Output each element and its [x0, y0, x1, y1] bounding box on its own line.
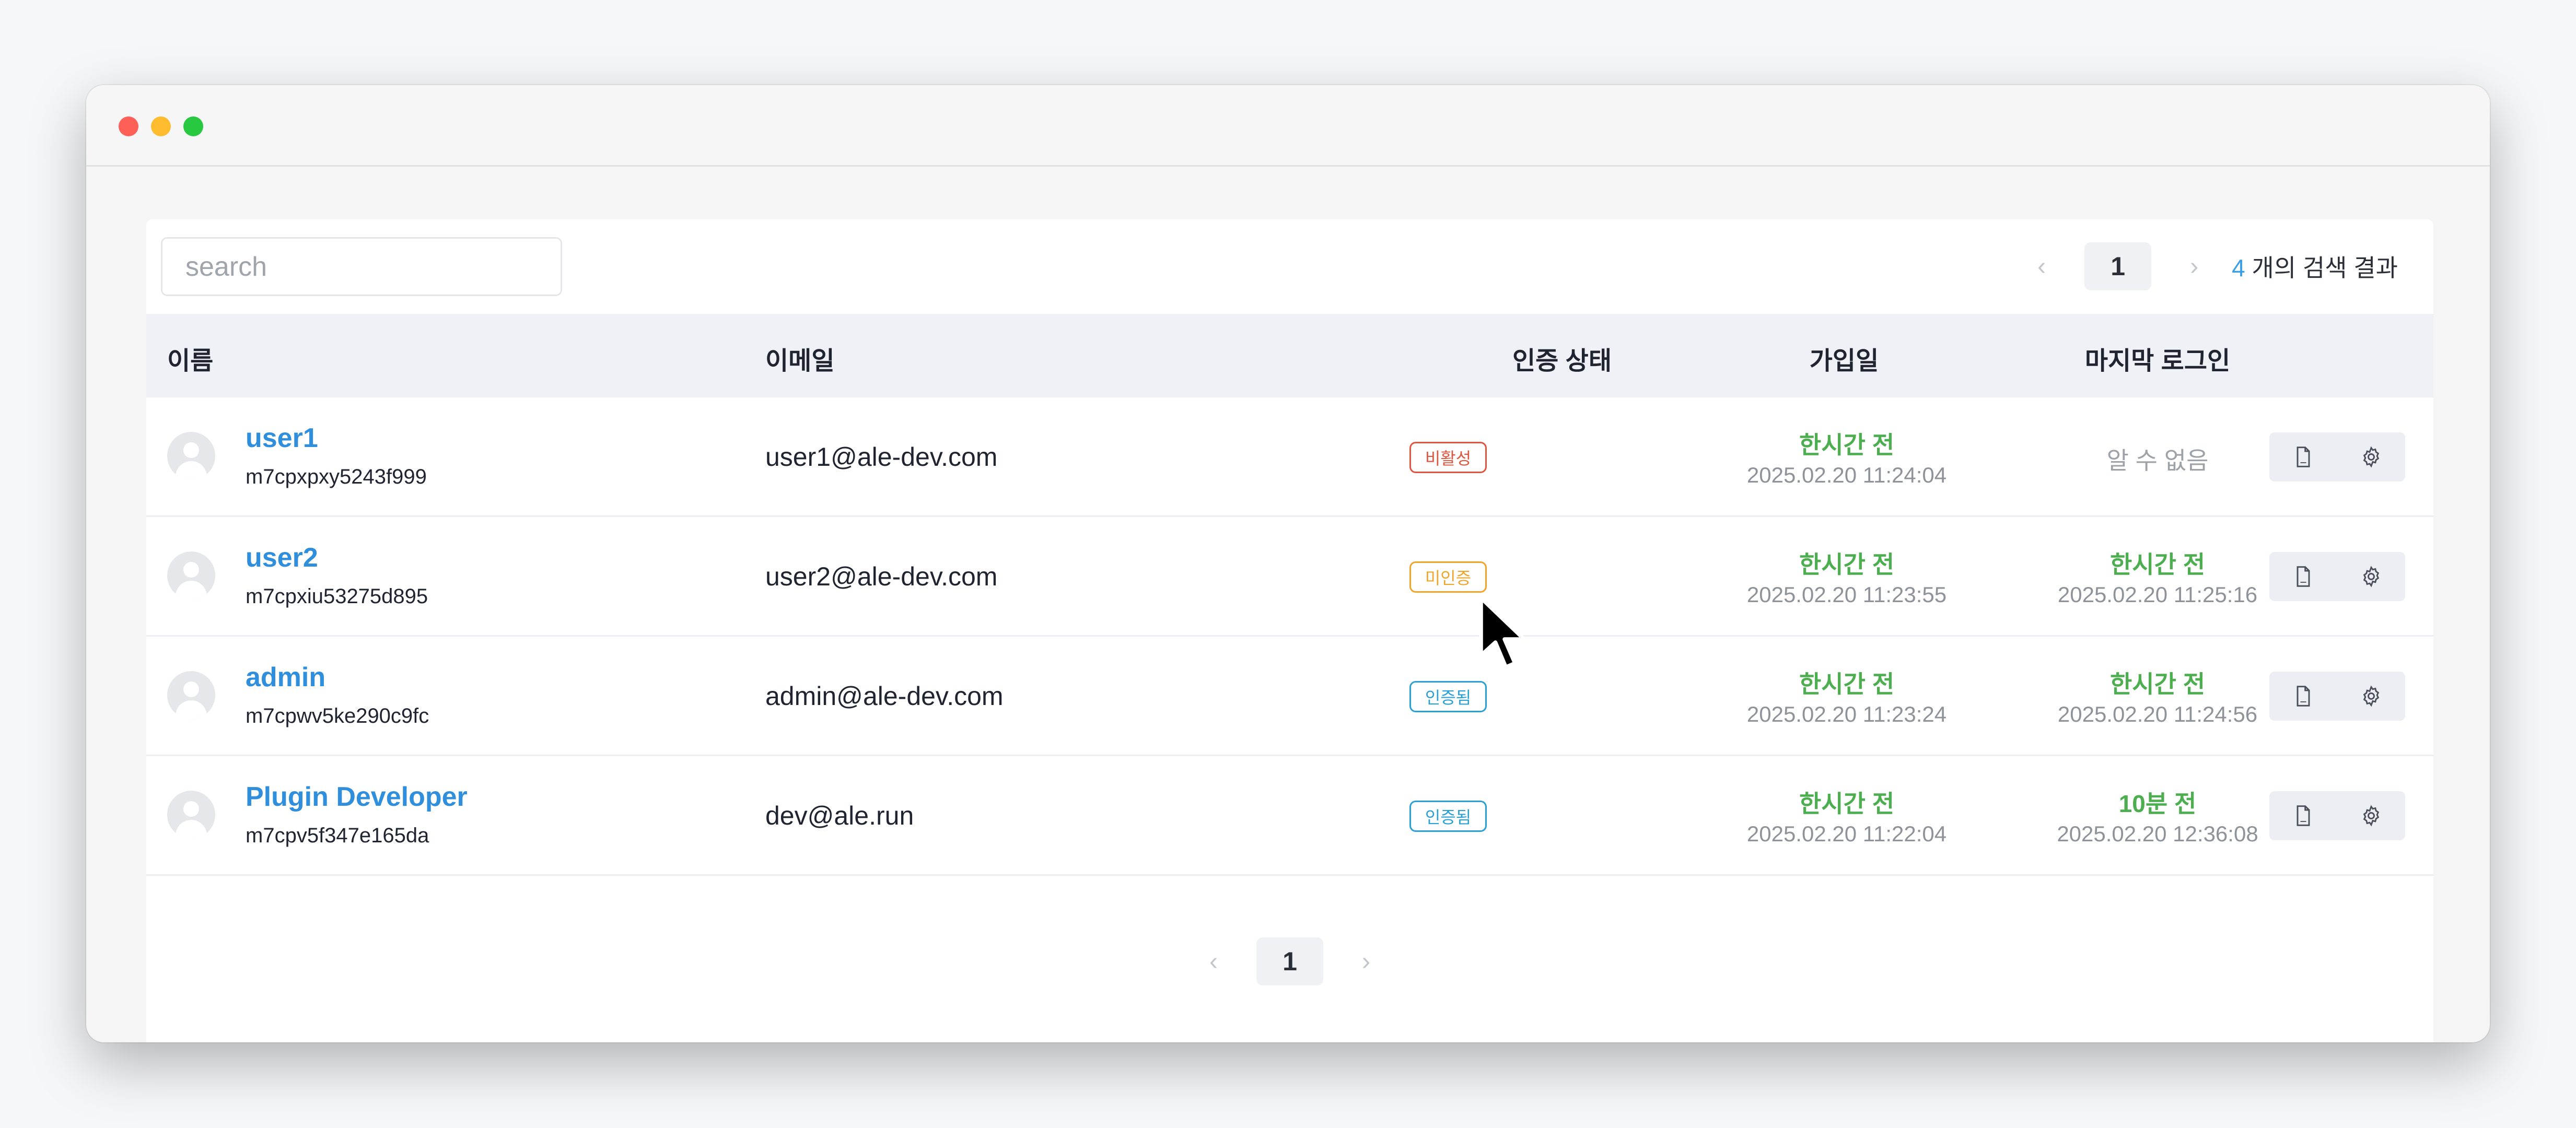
result-count: 4 [2232, 254, 2245, 281]
prev-page-chevron-icon[interactable]: ‹ [1188, 947, 1239, 976]
auth-status-badge: 인증됨 [1409, 801, 1487, 832]
gear-icon[interactable] [2337, 672, 2405, 721]
table-row: user1 m7cpxpxy5243f999 user1@ale-dev.com… [146, 397, 2433, 517]
toolbar: ‹ 1 › 4 개의 검색 결과 [146, 219, 2433, 314]
next-page-chevron-icon[interactable]: › [2169, 252, 2219, 281]
document-icon[interactable] [2269, 672, 2337, 721]
user-name-link[interactable]: admin [246, 662, 325, 693]
user-id: m7cpxiu53275d895 [246, 585, 428, 608]
column-header-name: 이름 [167, 347, 214, 375]
table-header: 이름 이메일 인증 상태 가입일 마지막 로그인 [146, 314, 2433, 397]
row-actions [2269, 791, 2405, 840]
default-avatar-icon [167, 671, 215, 719]
auth-status-badge: 인증됨 [1409, 681, 1487, 712]
next-page-chevron-icon[interactable]: › [1341, 947, 1391, 976]
user-email: dev@ale.run [765, 801, 914, 830]
minimize-window-button[interactable] [151, 116, 171, 136]
user-name-link[interactable]: user2 [246, 542, 318, 573]
page-number-button[interactable]: 1 [1256, 937, 1323, 985]
user-email: user2@ale-dev.com [765, 562, 998, 591]
search-input[interactable] [161, 237, 562, 296]
gear-icon[interactable] [2337, 432, 2405, 481]
bottom-pagination: ‹ 1 › [146, 936, 2433, 986]
joined-timestamp: 2025.02.20 11:22:04 [1746, 821, 1947, 846]
mouse-pointer-icon [1479, 596, 1526, 669]
user-name-link[interactable]: user1 [246, 422, 318, 454]
close-window-button[interactable] [119, 116, 138, 136]
title-bar [86, 85, 2490, 167]
gear-icon[interactable] [2337, 552, 2405, 601]
user-email: user1@ale-dev.com [765, 442, 998, 472]
maximize-window-button[interactable] [183, 116, 203, 136]
joined-timestamp: 2025.02.20 11:24:04 [1746, 463, 1947, 487]
column-header-joined: 가입일 [1809, 347, 1879, 375]
result-count-text: 4 개의 검색 결과 [2232, 249, 2398, 284]
last-login-relative: 한시간 전 [2109, 551, 2206, 578]
column-header-auth-status: 인증 상태 [1512, 347, 1612, 375]
joined-timestamp: 2025.02.20 11:23:24 [1746, 702, 1947, 726]
auth-status-badge: 비활성 [1409, 442, 1487, 473]
joined-relative: 한시간 전 [1799, 671, 1895, 698]
document-icon[interactable] [2269, 432, 2337, 481]
last-login-relative: 10분 전 [2118, 790, 2197, 817]
user-id: m7cpv5f347e165da [246, 824, 429, 847]
user-id: m7cpxpxy5243f999 [246, 465, 427, 488]
joined-relative: 한시간 전 [1799, 551, 1895, 578]
default-avatar-icon [167, 432, 215, 480]
column-header-email: 이메일 [765, 347, 835, 375]
document-icon[interactable] [2269, 791, 2337, 840]
user-email: admin@ale-dev.com [765, 682, 1004, 711]
table-row: Plugin Developer m7cpv5f347e165da dev@al… [146, 756, 2433, 876]
gear-icon[interactable] [2337, 791, 2405, 840]
auth-status-badge: 미인증 [1409, 561, 1487, 593]
last-login-timestamp: 2025.02.20 11:24:56 [2057, 702, 2258, 726]
last-login-timestamp: 2025.02.20 12:36:08 [2057, 821, 2258, 846]
joined-relative: 한시간 전 [1799, 790, 1895, 817]
prev-page-chevron-icon[interactable]: ‹ [2016, 252, 2067, 281]
last-login-timestamp: 2025.02.20 11:25:16 [2057, 582, 2258, 607]
user-name-link[interactable]: Plugin Developer [246, 781, 468, 813]
joined-relative: 한시간 전 [1799, 431, 1895, 459]
user-id: m7cpwv5ke290c9fc [246, 704, 429, 727]
row-actions [2269, 552, 2405, 601]
joined-timestamp: 2025.02.20 11:23:55 [1746, 582, 1947, 607]
row-actions [2269, 432, 2405, 481]
table-row: admin m7cpwv5ke290c9fc admin@ale-dev.com… [146, 637, 2433, 756]
default-avatar-icon [167, 791, 215, 839]
document-icon[interactable] [2269, 552, 2337, 601]
result-count-label: 개의 검색 결과 [2245, 254, 2398, 281]
column-header-last-login: 마지막 로그인 [2084, 347, 2231, 375]
page-number-button[interactable]: 1 [2084, 242, 2152, 290]
table-row: user2 m7cpxiu53275d895 user2@ale-dev.com… [146, 517, 2433, 637]
app-window: ‹ 1 › 4 개의 검색 결과 이름 이메일 인증 상태 가입일 마지막 로그… [86, 85, 2490, 1042]
last-login-relative: 알 수 없음 [2106, 447, 2209, 474]
default-avatar-icon [167, 551, 215, 600]
last-login-relative: 한시간 전 [2109, 671, 2206, 698]
user-list-panel: ‹ 1 › 4 개의 검색 결과 이름 이메일 인증 상태 가입일 마지막 로그… [146, 219, 2433, 1042]
top-pagination: ‹ 1 › 4 개의 검색 결과 [2016, 241, 2398, 291]
row-actions [2269, 672, 2405, 721]
